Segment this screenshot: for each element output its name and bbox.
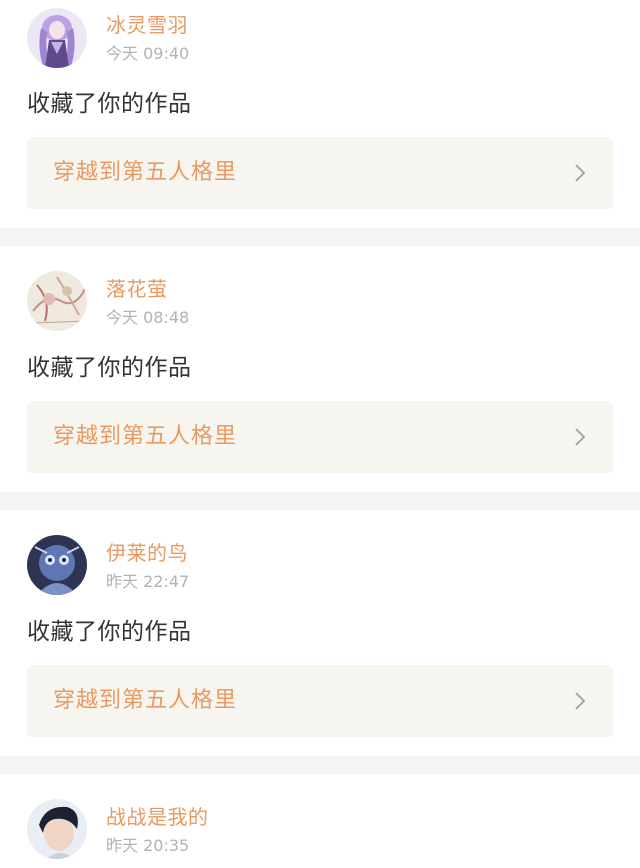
anime-girl-purple-avatar-icon — [27, 8, 87, 68]
username[interactable]: 冰灵雪羽 — [106, 12, 188, 38]
timestamp: 昨天 22:47 — [106, 572, 190, 591]
timestamp: 今天 08:48 — [106, 308, 190, 327]
boy-portrait-avatar-icon — [27, 799, 87, 859]
work-title: 穿越到第五人格里 — [53, 160, 238, 185]
action-text: 收藏了你的作品 — [27, 619, 192, 645]
username[interactable]: 战战是我的 — [106, 804, 209, 830]
avatar[interactable] — [27, 8, 87, 68]
avatar[interactable] — [27, 799, 87, 859]
work-card[interactable]: 穿越到第五人格里 — [27, 401, 613, 473]
work-card[interactable]: 穿越到第五人格里 — [27, 665, 613, 737]
avatar[interactable] — [27, 535, 87, 595]
timestamp: 今天 09:40 — [106, 44, 190, 63]
chevron-right-icon — [575, 428, 586, 446]
username[interactable]: 落花萤 — [106, 276, 168, 302]
timestamp: 昨天 20:35 — [106, 836, 190, 855]
action-text: 收藏了你的作品 — [27, 91, 192, 117]
work-title: 穿越到第五人格里 — [53, 424, 238, 449]
notification-item: 落花萤 今天 08:48 收藏了你的作品 穿越到第五人格里 — [0, 246, 640, 492]
separator — [0, 756, 640, 774]
notification-item: 战战是我的 昨天 20:35 — [0, 774, 640, 868]
username[interactable]: 伊莱的鸟 — [106, 540, 188, 566]
chevron-right-icon — [575, 692, 586, 710]
blue-owl-character-avatar-icon — [27, 535, 87, 595]
separator — [0, 492, 640, 510]
separator — [0, 228, 640, 246]
notification-feed: 冰灵雪羽 今天 09:40 收藏了你的作品 穿越到第五人格里 落花萤 今天 08… — [0, 0, 640, 868]
work-title: 穿越到第五人格里 — [53, 688, 238, 713]
chevron-right-icon — [575, 164, 586, 182]
sketch-floral-avatar-icon — [27, 271, 87, 331]
action-text: 收藏了你的作品 — [27, 355, 192, 381]
work-card[interactable]: 穿越到第五人格里 — [27, 137, 613, 209]
notification-item: 冰灵雪羽 今天 09:40 收藏了你的作品 穿越到第五人格里 — [0, 0, 640, 228]
avatar[interactable] — [27, 271, 87, 331]
notification-item: 伊莱的鸟 昨天 22:47 收藏了你的作品 穿越到第五人格里 — [0, 510, 640, 756]
